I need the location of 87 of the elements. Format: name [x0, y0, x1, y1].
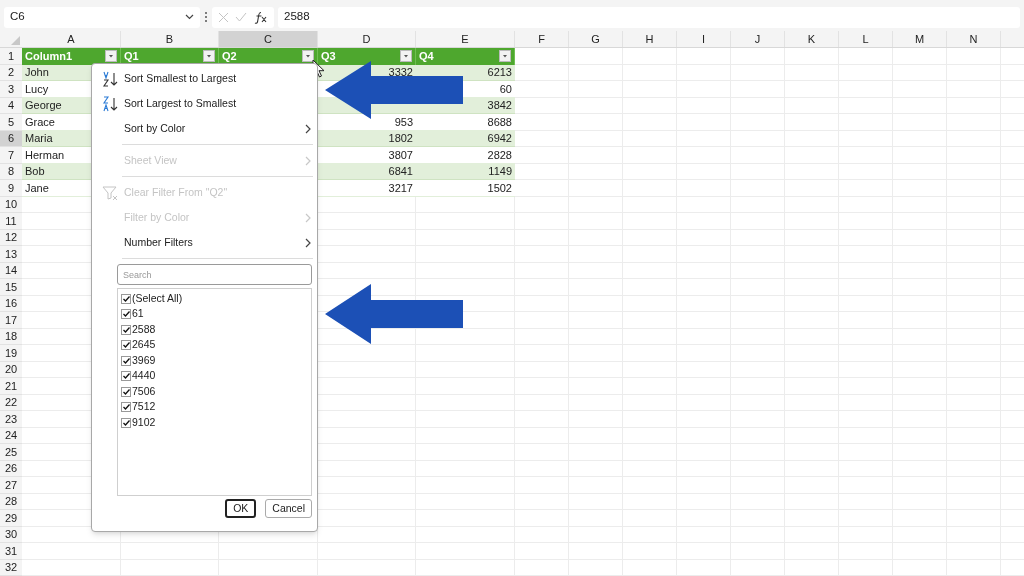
- filter-dropdown-icon[interactable]: [203, 50, 215, 63]
- check-icon[interactable]: [235, 12, 248, 22]
- empty-cell[interactable]: [569, 48, 623, 65]
- row-number[interactable]: 21: [0, 378, 22, 395]
- row-number[interactable]: 13: [0, 246, 22, 263]
- empty-cell[interactable]: [623, 48, 677, 65]
- chevron-right-icon: [305, 212, 311, 223]
- row-number[interactable]: 17: [0, 312, 22, 329]
- chevron-down-icon: [185, 14, 194, 20]
- search-field[interactable]: Search: [117, 264, 312, 285]
- column-header[interactable]: N: [947, 31, 1001, 47]
- value-option[interactable]: 7506: [121, 384, 311, 400]
- row-number[interactable]: 23: [0, 411, 22, 428]
- value-option[interactable]: 2645: [121, 337, 311, 353]
- column-header[interactable]: C: [219, 31, 318, 47]
- filter-dropdown-icon[interactable]: [302, 50, 314, 63]
- clear-filter-icon: [102, 184, 119, 201]
- empty-cell[interactable]: [677, 48, 731, 65]
- value-option[interactable]: 61: [121, 306, 311, 322]
- table-header-cell: Q1: [121, 48, 219, 65]
- select-all-corner-icon[interactable]: [11, 36, 20, 45]
- row-number[interactable]: 29: [0, 510, 22, 527]
- column-header[interactable]: F: [515, 31, 569, 47]
- column-header[interactable]: M: [893, 31, 947, 47]
- row-number[interactable]: 25: [0, 444, 22, 461]
- column-header[interactable]: L: [839, 31, 893, 47]
- row-number[interactable]: 15: [0, 279, 22, 296]
- row-number[interactable]: 27: [0, 477, 22, 494]
- value-option[interactable]: 7512: [121, 399, 311, 415]
- value-option[interactable]: (Select All): [121, 291, 311, 307]
- empty-cell[interactable]: [839, 48, 893, 65]
- checkbox[interactable]: [121, 402, 131, 413]
- value-option[interactable]: 9102: [121, 415, 311, 431]
- column-header[interactable]: E: [416, 31, 515, 47]
- dialog-button[interactable]: Cancel: [265, 499, 312, 518]
- empty-cell[interactable]: [318, 526, 416, 543]
- row-number[interactable]: 1: [0, 48, 22, 65]
- checkbox[interactable]: [121, 293, 131, 304]
- chevron-right-icon: [305, 155, 311, 166]
- column-header[interactable]: K: [785, 31, 839, 47]
- chevron-right-icon: [305, 123, 311, 134]
- value-option[interactable]: 3969: [121, 353, 311, 369]
- table-header-cell: Column1: [22, 48, 121, 65]
- row-number[interactable]: 9: [0, 180, 22, 197]
- chevron-right-icon: [305, 237, 311, 248]
- value-option[interactable]: 2588: [121, 322, 311, 338]
- filter-dropdown-icon[interactable]: [499, 50, 511, 63]
- checkbox[interactable]: [121, 324, 131, 335]
- row-number[interactable]: 7: [0, 147, 22, 164]
- checkbox[interactable]: [121, 309, 131, 320]
- row-number[interactable]: 5: [0, 114, 22, 131]
- checkbox[interactable]: [121, 340, 131, 351]
- formula-input[interactable]: 2588: [278, 6, 1020, 28]
- column-header[interactable]: D: [318, 31, 416, 47]
- checkbox[interactable]: [121, 417, 131, 428]
- checkbox[interactable]: [121, 355, 131, 366]
- filter-dropdown-icon[interactable]: [105, 50, 117, 63]
- more-options-icon[interactable]: [204, 11, 208, 23]
- row-number[interactable]: 3: [0, 81, 22, 98]
- column-header[interactable]: I: [677, 31, 731, 47]
- row-number[interactable]: 19: [0, 345, 22, 362]
- checkbox[interactable]: [121, 386, 131, 397]
- name-box[interactable]: C6: [4, 6, 200, 28]
- check-icon: [122, 295, 130, 302]
- column-header[interactable]: H: [623, 31, 677, 47]
- filter-dropdown-icon[interactable]: [400, 50, 412, 63]
- checkbox[interactable]: [121, 371, 131, 382]
- empty-cell[interactable]: [785, 48, 839, 65]
- row-number[interactable]: 11: [0, 213, 22, 230]
- empty-cell[interactable]: [731, 48, 785, 65]
- empty-cell[interactable]: [947, 48, 1001, 65]
- row-number[interactable]: 31: [0, 543, 22, 560]
- empty-cell[interactable]: [515, 196, 569, 213]
- empty-cell[interactable]: [416, 196, 515, 213]
- sort-ascending-icon: [102, 70, 119, 87]
- empty-cell[interactable]: [893, 48, 947, 65]
- column-header[interactable]: G: [569, 31, 623, 47]
- dialog-button[interactable]: OK: [225, 499, 257, 518]
- column-header[interactable]: A: [22, 31, 121, 47]
- table-header-cell: Q3: [318, 48, 416, 65]
- table-header-cell: Q4: [416, 48, 515, 65]
- column-header[interactable]: J: [731, 31, 785, 47]
- function-icon[interactable]: [253, 10, 268, 24]
- menu-item[interactable]: Number Filters: [92, 230, 317, 255]
- value-option[interactable]: 4440: [121, 368, 311, 384]
- cancel-icon[interactable]: [218, 11, 230, 23]
- sort-descending-icon: [102, 95, 119, 112]
